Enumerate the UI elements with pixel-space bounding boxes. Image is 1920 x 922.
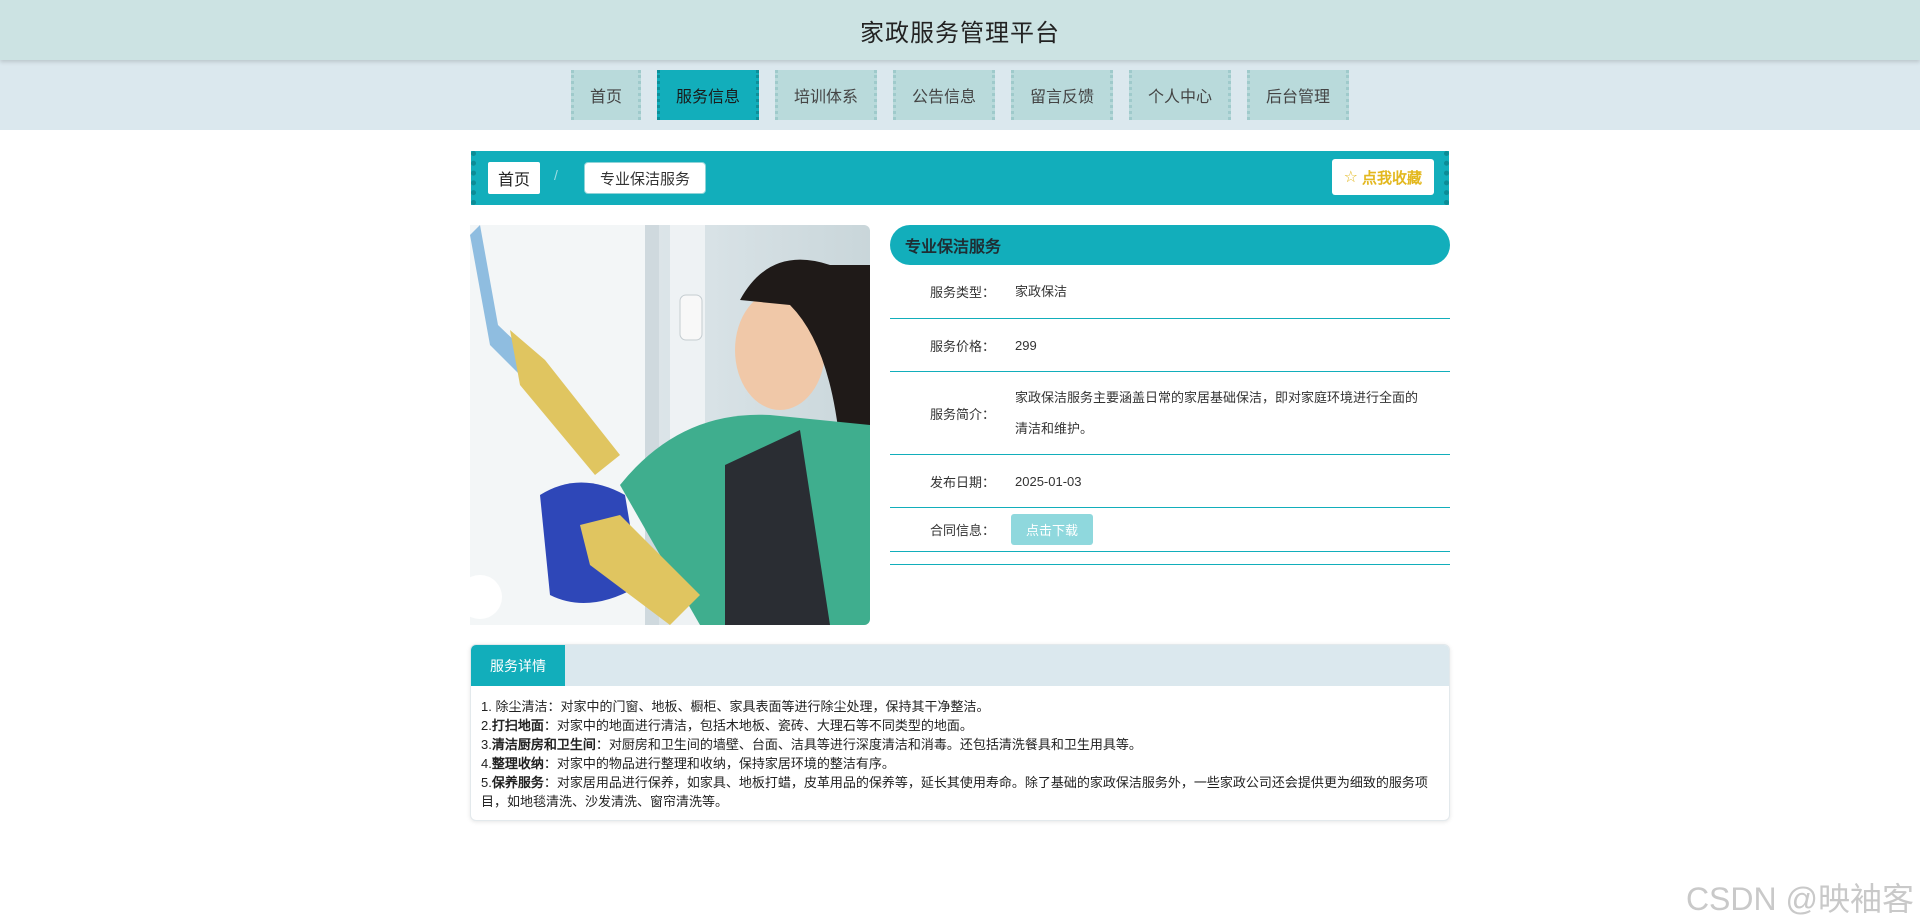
info-label: 服务简介： [929,406,995,422]
cleaning-photo [470,225,870,625]
info-row-summary: 服务简介： 家政保洁服务主要涵盖日常的家居基础保洁，即对家庭环境进行全面的清洁和… [890,372,1450,455]
watermark: CSDN @映袖客 [1685,881,1914,917]
site-header: 家政服务管理平台 [0,0,1920,60]
info-label: 服务价格： [929,338,995,354]
breadcrumb-separator: / [554,167,558,183]
detail-line: 5.保养服务：对家居用品进行保养，如家具、地板打蜡，皮革用品的保养等，延长其使用… [481,775,1428,809]
download-contract-button[interactable]: 点击下载 [1011,514,1094,545]
divider [890,552,1450,565]
service-detail-panel: 服务详情 1. 除尘清洁：对家中的门窗、地板、橱柜、家具表面等进行除尘处理，保持… [470,644,1450,821]
favorite-button-label: 点我收藏 [1361,169,1422,187]
nav-item-feedback[interactable]: 留言反馈 [1011,70,1114,120]
nav-item-service-info[interactable]: 服务信息 [656,70,759,120]
star-outline-icon: ☆ [1343,169,1358,186]
detail-tab-bar: 服务详情 [471,645,1449,686]
info-row-service-type: 服务类型： 家政保洁 [890,265,1450,319]
breadcrumb-current: 专业保洁服务 [584,162,707,194]
info-value: 家政保洁服务主要涵盖日常的家居基础保洁，即对家庭环境进行全面的清洁和维护。 [1015,390,1419,436]
nav-item-training[interactable]: 培训体系 [774,70,877,120]
tab-service-detail[interactable]: 服务详情 [471,645,565,686]
main-nav: 首页 服务信息 培训体系 公告信息 留言反馈 个人中心 后台管理 [0,60,1920,130]
info-label: 发布日期： [929,474,995,490]
service-info-panel: 专业保洁服务 服务类型： 家政保洁 服务价格： 299 服务简介： 家政保洁服务… [890,225,1450,565]
nav-item-admin[interactable]: 后台管理 [1247,70,1350,120]
info-label: 合同信息： [929,523,995,538]
info-label: 服务类型： [929,285,995,300]
service-title: 专业保洁服务 [890,225,1450,265]
detail-line: 2.打扫地面：对家中的地面进行清洁，包括木地板、瓷砖、大理石等不同类型的地面。 [481,718,973,733]
detail-line: 3.清洁厨房和卫生间：对厨房和卫生间的墙壁、台面、洁具等进行深度清洁和消毒。还包… [481,737,1142,752]
info-row-contract: 合同信息： 点击下载 [890,508,1450,552]
breadcrumb-home-link[interactable]: 首页 [488,162,541,194]
nav-item-announcements[interactable]: 公告信息 [892,70,995,120]
info-row-price: 服务价格： 299 [890,319,1450,372]
nav-item-personal-center[interactable]: 个人中心 [1129,70,1232,120]
site-title: 家政服务管理平台 [860,19,1060,47]
info-row-publish-date: 发布日期： 2025-01-03 [890,455,1450,508]
service-image [470,225,870,625]
detail-line: 4.整理收纳：对家中的物品进行整理和收纳，保持家居环境的整洁有序。 [481,756,895,771]
info-value: 2025-01-03 [1015,473,1082,489]
info-value: 299 [1015,337,1037,353]
breadcrumb: 首页 / 专业保洁服务 ☆ 点我收藏 [471,151,1449,205]
detail-content: 1. 除尘清洁：对家中的门窗、地板、橱柜、家具表面等进行除尘处理，保持其干净整洁… [471,686,1449,811]
detail-line: 1. 除尘清洁：对家中的门窗、地板、橱柜、家具表面等进行除尘处理，保持其干净整洁… [481,699,990,714]
info-value: 家政保洁 [1015,284,1068,299]
nav-item-home[interactable]: 首页 [570,70,641,120]
favorite-button[interactable]: ☆ 点我收藏 [1331,159,1434,195]
